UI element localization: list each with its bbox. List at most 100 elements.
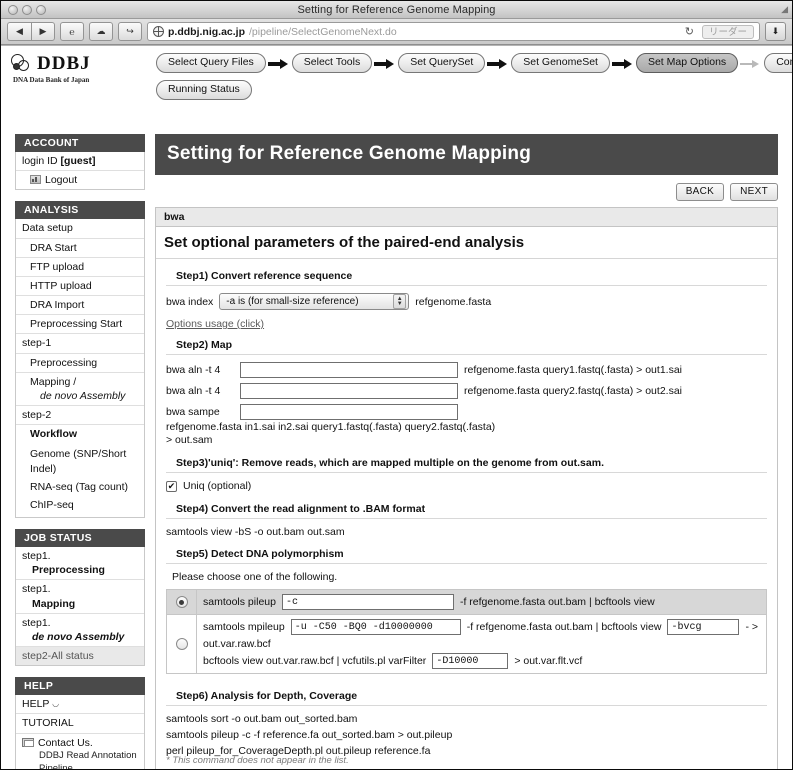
choice-row-pileup[interactable]: samtools pileup -c -f refgenome.fasta ou… (167, 590, 766, 614)
sidebar-item-tutorial[interactable]: TUTORIAL (16, 714, 144, 734)
samtools-mpileup-input[interactable]: -u -C50 -BQ0 -d10000000 (290, 619, 461, 635)
site-logo[interactable]: DDBJ DNA Data Bank of Japan (1, 53, 151, 134)
step-select-tools[interactable]: Select Tools (291, 53, 373, 74)
mpileup-line-3: bcftools view out.var.raw.bcf | vcfutils… (203, 653, 760, 669)
contact-line-2: Pipeline. (39, 762, 76, 769)
mpileup-radio[interactable] (175, 638, 188, 650)
bwa-aln2-input[interactable] (240, 383, 458, 399)
sidebar-section-job-status: JOB STATUS step1. Preprocessing step1. M… (15, 529, 145, 667)
forward-button[interactable]: ▶ (31, 22, 55, 41)
sidebar-item-rna-seq[interactable]: RNA-seq (Tag count) (16, 478, 144, 496)
uniq-checkbox[interactable]: ✔ (166, 480, 177, 492)
sidebar-item-ftp-upload[interactable]: FTP upload (16, 258, 144, 277)
mpileup-line-2: out.var.raw.bcf (203, 638, 271, 650)
reload-icon[interactable]: ↻ (685, 25, 698, 38)
downloads-icon[interactable]: ⬇ (765, 22, 786, 41)
sidebar-group-step-1: step-1 (16, 334, 144, 354)
step6-command-1: samtools sort -o out.bam out_sorted.bam (166, 713, 358, 725)
page-content: DDBJ DNA Data Bank of Japan Select Query… (1, 46, 792, 769)
sidebar-item-genome-snp[interactable]: Genome (SNP/Short Indel) (16, 443, 144, 477)
workflow-steps-row-1: Select Query Files Select Tools Set Quer… (156, 53, 792, 74)
sidebar-item-contact-us[interactable]: Contact Us. DDBJ Read Annotation Pipelin… (16, 734, 144, 769)
bwa-sampe-input[interactable] (240, 404, 458, 420)
step-set-genomeset[interactable]: Set GenomeSet (511, 53, 610, 74)
sidebar-item-job-de-novo-assembly[interactable]: step1. de novo Assembly (16, 614, 144, 648)
sidebar-item-step2-all-status[interactable]: step2-All status (16, 647, 144, 666)
external-link-icon: ◡ (52, 699, 60, 709)
sidebar-item-step-label: step1. (22, 616, 51, 629)
sidebar-item-label: Mapping (32, 597, 76, 610)
samtools-pileup-input[interactable]: -c (281, 594, 454, 610)
nav-button-group[interactable]: ◀ ▶ (7, 22, 55, 41)
sidebar-item-job-mapping[interactable]: step1. Mapping (16, 580, 144, 614)
sidebar-item-preprocessing-start[interactable]: Preprocessing Start (16, 315, 144, 335)
share-icon[interactable]: ↪ (118, 22, 142, 41)
back-button-top[interactable]: BACK (675, 183, 725, 201)
mpileup-radio-cell[interactable] (167, 615, 197, 673)
panel-header-bwa: bwa (156, 208, 777, 227)
step2-row-sampe: bwa sampe refgenome.fasta in1.sai in2.sa… (166, 404, 767, 446)
chevron-updown-icon: ▲ ▼ (393, 294, 407, 309)
step-set-map-options[interactable]: Set Map Options (635, 53, 739, 74)
step5-instruction: Please choose one of the following. (172, 571, 338, 583)
sidebar-item-step-label: step1. (22, 583, 51, 596)
brand-tagline: DNA Data Bank of Japan (13, 76, 90, 84)
url-path: /pipeline/SelectGenomeNext.do (249, 25, 397, 38)
step-set-queryset[interactable]: Set QuerySet (398, 53, 486, 74)
main-content: Setting for Reference Genome Mapping BAC… (151, 134, 792, 769)
sidebar-item-dra-import[interactable]: DRA Import (16, 296, 144, 316)
sidebar-item-preprocessing[interactable]: Preprocessing (16, 354, 144, 373)
sidebar-item-chip-seq[interactable]: ChIP-seq (16, 496, 144, 517)
workflow-steps-row-2: Running Status (156, 80, 792, 101)
bwa-index-select-value: -a is (for small-size reference) (226, 296, 359, 307)
step1-row: bwa index -a is (for small-size referenc… (166, 293, 767, 310)
uniq-checkbox-label: Uniq (optional) (183, 480, 252, 492)
polymorphism-choice-table: samtools pileup -c -f refgenome.fasta ou… (166, 589, 767, 674)
history-icon[interactable]: ℮ (60, 22, 84, 41)
sidebar-item-dra-start[interactable]: DRA Start (16, 239, 144, 258)
choice-row-mpileup[interactable]: samtools mpileup -u -C50 -BQ0 -d10000000… (167, 614, 766, 673)
browser-window: Setting for Reference Genome Mapping ◢ ◀… (0, 0, 793, 770)
step-select-query-files[interactable]: Select Query Files (156, 53, 266, 74)
sidebar-section-account: ACCOUNT login ID [guest] Logout (15, 134, 145, 191)
step-arrow-icon (374, 58, 396, 69)
sidebar-section-title: JOB STATUS (15, 529, 145, 548)
sidebar-item-label: Preprocessing (32, 564, 105, 577)
sidebar-item-job-preprocessing[interactable]: step1. Preprocessing (16, 547, 144, 581)
bwa-sampe-label: bwa sampe (166, 406, 220, 418)
sidebar-item-workflow: Workflow (16, 425, 144, 443)
top-nav-buttons: BACK NEXT (155, 183, 778, 201)
samtools-mpileup-midsuffix: -f refgenome.fasta out.bam | bcftools vi… (466, 621, 662, 633)
sidebar-item-logout[interactable]: Logout (16, 171, 144, 189)
options-usage-link[interactable]: Options usage (click) (166, 318, 264, 330)
bwa-index-select[interactable]: -a is (for small-size reference) ▲ ▼ (219, 293, 410, 310)
bwa-aln1-input[interactable] (240, 362, 458, 378)
cloud-icon[interactable]: ☁ (89, 22, 113, 41)
reader-button[interactable]: リーダー (701, 24, 754, 39)
bwa-sampe-suffix-wrap: > out.sam (166, 434, 213, 446)
brand-name: DDBJ (37, 53, 91, 74)
logout-icon (30, 175, 41, 185)
back-button[interactable]: ◀ (7, 22, 31, 41)
sidebar-section-title: ACCOUNT (15, 134, 145, 152)
sidebar-item-http-upload[interactable]: HTTP upload (16, 277, 144, 297)
sidebar-group-data-setup: Data setup (16, 219, 144, 239)
next-button-top[interactable]: NEXT (730, 183, 778, 201)
sidebar-item-help[interactable]: HELP ◡ (16, 695, 144, 715)
sidebar-item-label-cont: Indel) (30, 462, 57, 475)
sidebar-item-mapping-assembly[interactable]: Mapping / de novo Assembly (16, 373, 144, 405)
varfilter-input[interactable]: -D10000 (432, 653, 509, 669)
ddbj-logo-icon (11, 54, 33, 74)
resize-handle-icon[interactable]: ◢ (781, 4, 788, 15)
step-confirmation[interactable]: Confirmation (764, 53, 792, 74)
pileup-radio[interactable] (175, 596, 188, 608)
step2-heading: Step2) Map (166, 333, 767, 355)
pileup-radio-cell[interactable] (167, 590, 197, 614)
varfilter-suffix: > out.var.flt.vcf (514, 655, 583, 667)
sidebar-item-label: Mapping / (30, 375, 77, 388)
step-arrow-icon (487, 58, 509, 69)
browser-toolbar: ◀ ▶ ℮ ☁ ↪ p.ddbj.nig.ac.jp /pipeline/Sel… (1, 19, 792, 45)
step-running-status[interactable]: Running Status (156, 80, 252, 101)
bcftools-view-input[interactable]: -bvcg (667, 619, 740, 635)
address-bar[interactable]: p.ddbj.nig.ac.jp /pipeline/SelectGenomeN… (147, 22, 760, 41)
